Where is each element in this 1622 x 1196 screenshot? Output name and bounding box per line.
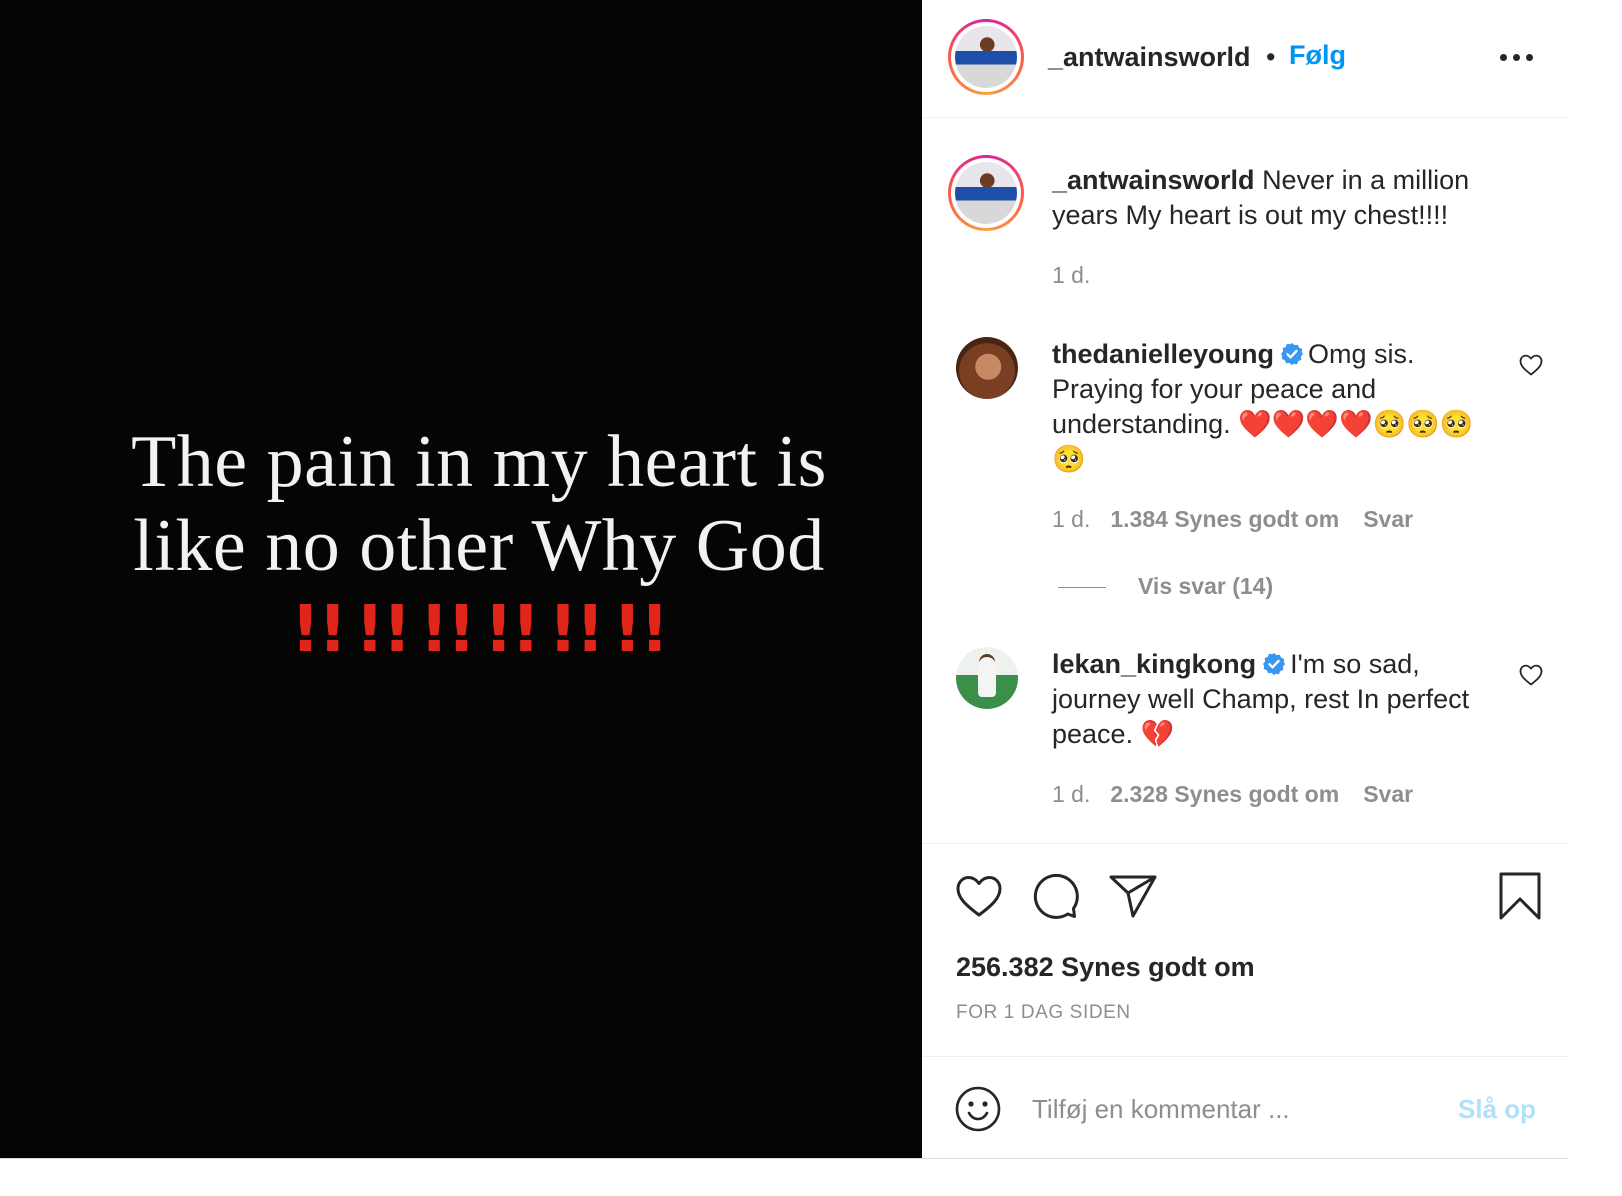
caption-username[interactable]: _antwainsworld <box>1052 165 1255 195</box>
comment-likes[interactable]: 2.328 Synes godt om <box>1110 781 1339 807</box>
comment-meta: 1 d. 1.384 Synes godt om Svar <box>1052 504 1413 534</box>
exclamation-emoji: !! <box>612 593 669 667</box>
caption-age[interactable]: 1 d. <box>1052 262 1090 288</box>
reply-button[interactable]: Svar <box>1363 506 1413 532</box>
save-bookmark-icon[interactable] <box>1498 871 1542 921</box>
post-header: _antwainsworld • Følg <box>922 0 1568 118</box>
comment-meta: 1 d. 2.328 Synes godt om Svar <box>1052 779 1413 809</box>
comment-bubble-icon[interactable] <box>1031 872 1079 920</box>
add-comment-bar: Slå op <box>922 1056 1568 1158</box>
view-replies-label: Vis svar (14) <box>1138 573 1274 599</box>
comment-username[interactable]: lekan_kingkong <box>1052 649 1256 679</box>
separator-dot: • <box>1266 42 1276 72</box>
post-image: The pain in my heart is like no other Wh… <box>0 0 922 1158</box>
comment-like-heart-icon[interactable] <box>1519 664 1543 686</box>
verified-badge-icon <box>1263 653 1286 675</box>
more-options-icon[interactable] <box>1500 54 1534 62</box>
caption-avatar[interactable] <box>948 155 1024 231</box>
like-heart-icon[interactable] <box>955 874 1003 918</box>
exclamation-emoji: !! <box>290 593 347 667</box>
exclamation-emoji: !! <box>548 593 604 667</box>
exclamation-emoji: !! <box>484 593 540 667</box>
view-replies-button[interactable]: Vis svar (14) <box>1058 571 1273 601</box>
comment-age[interactable]: 1 d. <box>1052 781 1090 807</box>
comment-input[interactable] <box>1032 1087 1442 1131</box>
post-comment-button[interactable]: Slå op <box>1458 1093 1536 1125</box>
replies-divider <box>1058 587 1106 589</box>
post-timestamp[interactable]: FOR 1 DAG SIDEN <box>956 1001 1131 1025</box>
author-username[interactable]: _antwainsworld <box>1048 40 1251 74</box>
post-image-text: The pain in my heart is like no other Wh… <box>0 420 958 588</box>
post-modal: The pain in my heart is like no other Wh… <box>0 0 1568 1159</box>
comment-username[interactable]: thedanielleyoung <box>1052 339 1274 369</box>
post-side-panel: _antwainsworld • Følg _antwainsworld Nev… <box>922 0 1568 1158</box>
comment-avatar[interactable] <box>956 337 1018 399</box>
post-actions: 256.382 Synes godt om FOR 1 DAG SIDEN <box>922 843 1568 1057</box>
comment-text: lekan_kingkong I'm so sad, journey well C… <box>1052 647 1492 752</box>
comment-like-heart-icon[interactable] <box>1519 354 1543 376</box>
verified-badge-icon <box>1281 343 1304 365</box>
post-likes-count[interactable]: 256.382 Synes godt om <box>956 950 1255 984</box>
comment-avatar[interactable] <box>956 647 1018 709</box>
emoji-smiley-icon[interactable] <box>955 1086 1001 1132</box>
author-avatar[interactable] <box>948 19 1024 95</box>
exclamation-emoji: !! <box>355 593 411 667</box>
comment-text: thedanielleyoung Omg sis. Praying for you… <box>1052 337 1492 477</box>
post-image-line-2: like no other Why God <box>133 505 825 587</box>
comment-age[interactable]: 1 d. <box>1052 506 1090 532</box>
exclamation-emoji: !! <box>419 593 476 667</box>
share-send-icon[interactable] <box>1108 873 1158 919</box>
caption-text: _antwainsworld Never in a million years … <box>1052 163 1492 233</box>
reply-button[interactable]: Svar <box>1363 781 1413 807</box>
comment-likes[interactable]: 1.384 Synes godt om <box>1110 506 1339 532</box>
post-image-exclamations: !!!!!!!!!!!! <box>0 590 958 670</box>
post-image-line-1: The pain in my heart is <box>131 421 827 503</box>
caption-meta: 1 d. <box>1052 260 1090 290</box>
follow-button[interactable]: Følg <box>1289 38 1346 72</box>
